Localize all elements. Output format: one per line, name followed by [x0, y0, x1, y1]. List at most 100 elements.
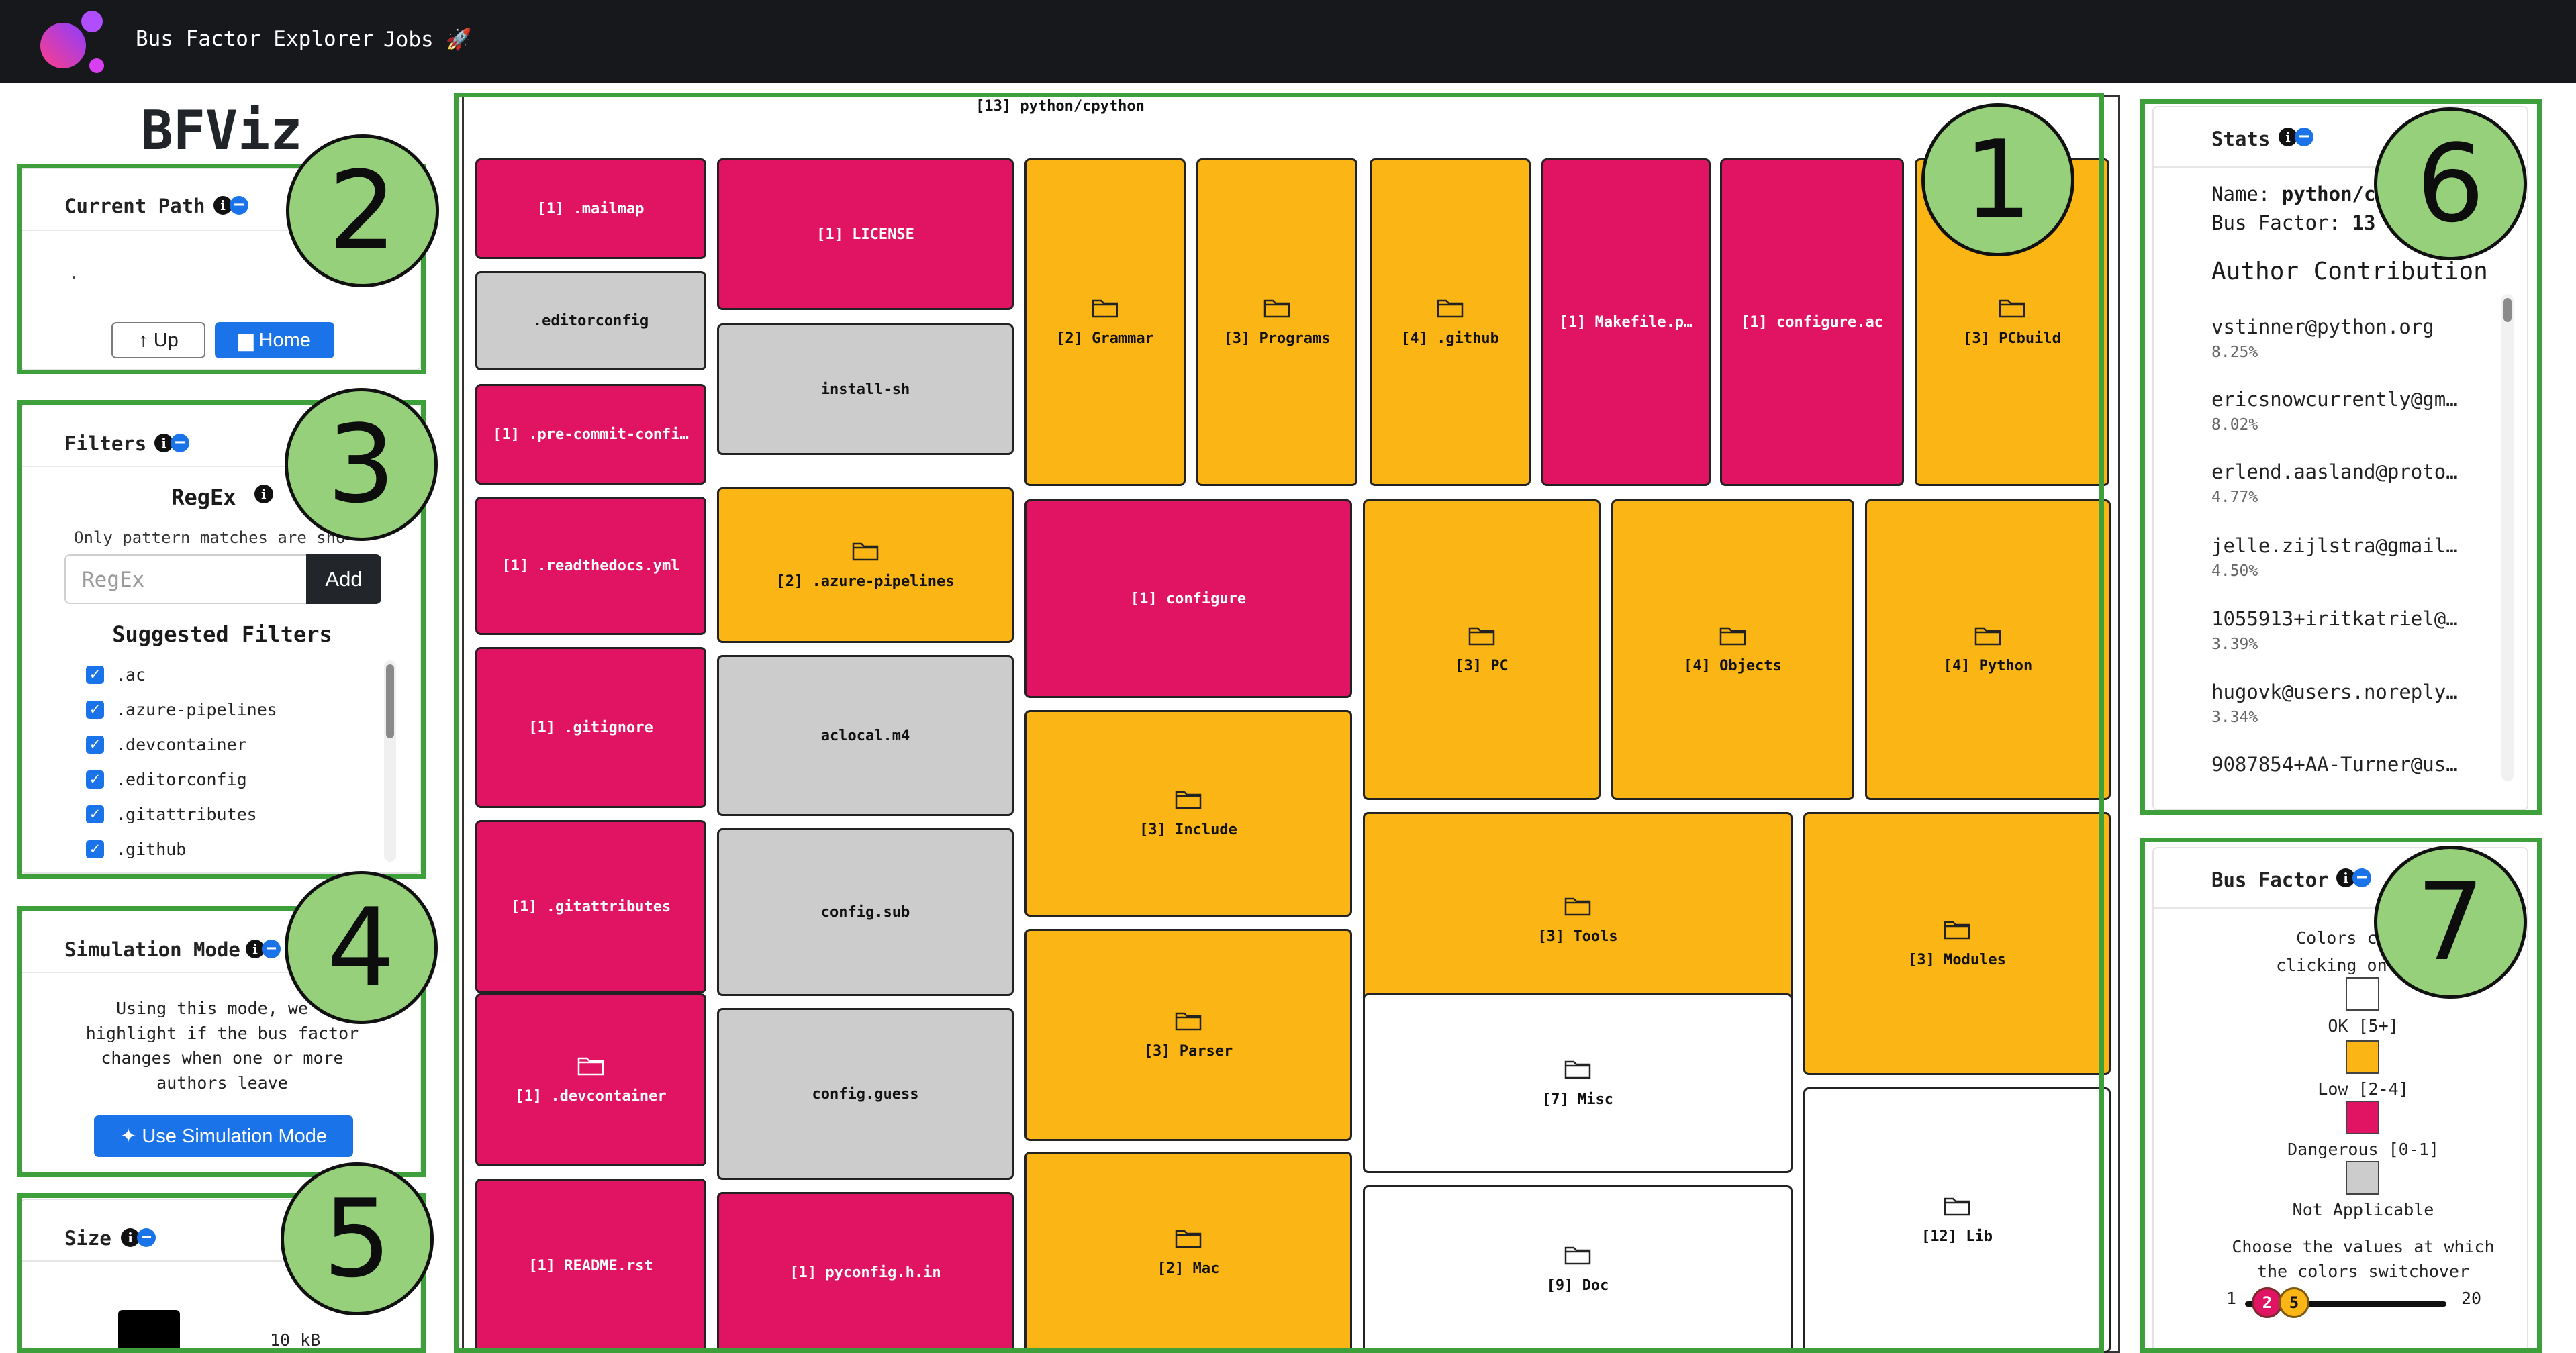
app-logo-icon[interactable]: [35, 7, 109, 74]
treemap-tile[interactable]: [2] Grammar: [1024, 158, 1186, 486]
stats-name-label: Name:: [2211, 183, 2271, 205]
filter-checkbox-github[interactable]: ✓: [86, 840, 104, 858]
size-info[interactable]: i −: [121, 1228, 156, 1248]
nav-title-link[interactable]: Bus Factor Explorer: [136, 27, 374, 51]
collapse-icon[interactable]: −: [2352, 868, 2371, 887]
treemap-tile[interactable]: [1] .devcontainer: [475, 993, 706, 1166]
folder-icon: [1974, 627, 2001, 645]
legend-swatch[interactable]: [2346, 977, 2379, 1011]
legend-label: Low [2-4]: [2318, 1079, 2409, 1099]
filters-info[interactable]: i −: [154, 434, 189, 454]
treemap-tile[interactable]: [1] Makefile.p…: [1541, 158, 1711, 486]
up-button[interactable]: ↑ Up: [111, 322, 205, 358]
legend-swatch[interactable]: [2346, 1161, 2379, 1195]
treemap-tile[interactable]: [3] Include: [1024, 710, 1352, 917]
legend-label: Not Applicable: [2292, 1200, 2434, 1219]
treemap-tile[interactable]: aclocal.m4: [717, 655, 1014, 816]
author-email[interactable]: hugovk@users.noreply…: [2211, 681, 2458, 703]
use-simulation-mode-button[interactable]: ✦ Use Simulation Mode: [94, 1115, 353, 1157]
home-button[interactable]: ▆ Home: [215, 322, 334, 358]
treemap-tile[interactable]: [3] Programs: [1196, 158, 1357, 486]
treemap-tile-label: [2] .azure-pipelines: [776, 572, 955, 590]
legend-label: Dangerous [0-1]: [2287, 1140, 2439, 1159]
treemap-tile[interactable]: [1] README.rst: [475, 1179, 706, 1353]
treemap-tile[interactable]: [1] .pre-commit-confi…: [475, 384, 706, 485]
simulation-desc-line: changes when one or more: [101, 1048, 344, 1068]
folder-icon: [1437, 299, 1464, 317]
treemap-tile[interactable]: [4] Objects: [1611, 499, 1854, 800]
bus-factor-info[interactable]: i −: [2336, 868, 2371, 889]
nav-jobs-link[interactable]: Jobs 🚀: [383, 27, 472, 52]
slider-max-label: 20: [2461, 1289, 2482, 1308]
treemap-tile-label: [1] .gitattributes: [510, 898, 671, 915]
regex-info-icon[interactable]: i: [254, 485, 273, 503]
treemap-tile[interactable]: [3] PC: [1363, 499, 1601, 800]
collapse-icon[interactable]: −: [137, 1228, 156, 1247]
filter-checkbox-ac[interactable]: ✓: [86, 666, 104, 684]
treemap-tile[interactable]: .editorconfig: [475, 271, 706, 370]
treemap-tile-label: config.sub: [820, 903, 910, 921]
treemap-tile-label: [3] Parser: [1143, 1042, 1233, 1060]
slider-thumb-high[interactable]: 5: [2279, 1287, 2309, 1318]
filters-scrollbar[interactable]: [384, 660, 396, 862]
collapse-icon[interactable]: −: [230, 196, 248, 215]
filter-label: .devcontainer: [115, 735, 247, 754]
current-path-info[interactable]: i −: [213, 196, 248, 216]
author-email[interactable]: ericsnowcurrently@gm…: [2211, 388, 2458, 411]
author-email[interactable]: jelle.zijlstra@gmail…: [2211, 534, 2458, 557]
regex-input[interactable]: RegEx: [64, 554, 307, 604]
collapse-icon[interactable]: −: [2295, 128, 2313, 146]
filter-label: .editorconfig: [115, 770, 247, 789]
regex-input-placeholder: RegEx: [82, 568, 145, 592]
treemap-tile[interactable]: [1] .gitattributes: [475, 820, 706, 993]
folder-icon: [852, 542, 879, 560]
authors-scrollbar-thumb[interactable]: [2503, 298, 2512, 322]
author-contribution-title: Author Contribution: [2211, 258, 2488, 285]
stats-info[interactable]: i −: [2279, 128, 2313, 148]
treemap-tile[interactable]: [9] Doc: [1363, 1185, 1793, 1353]
annotation-badge-2: 2: [286, 134, 439, 287]
stats-name-value: python/cp: [2281, 183, 2387, 205]
filters-scrollbar-thumb[interactable]: [386, 664, 394, 738]
treemap-tile[interactable]: [1] LICENSE: [717, 158, 1014, 310]
treemap-tile[interactable]: [1] .gitignore: [475, 647, 706, 808]
folder-icon: [1564, 1060, 1591, 1079]
treemap-tile[interactable]: [1] configure.ac: [1720, 158, 1904, 486]
treemap-title[interactable]: [13] python/cpython: [0, 98, 2120, 115]
legend-swatch[interactable]: [2346, 1101, 2379, 1134]
filter-checkbox-editorconfig[interactable]: ✓: [86, 770, 104, 789]
treemap-tile[interactable]: [7] Misc: [1363, 993, 1793, 1173]
folder-icon: [1175, 791, 1202, 809]
collapse-icon[interactable]: −: [171, 434, 189, 452]
author-email[interactable]: erlend.aasland@proto…: [2211, 460, 2458, 483]
treemap-tile[interactable]: [12] Lib: [1803, 1087, 2111, 1353]
author-email[interactable]: vstinner@python.org: [2211, 315, 2434, 338]
treemap-tile[interactable]: [1] .readthedocs.yml: [475, 497, 706, 635]
annotation-badge-1: 1: [1921, 103, 2074, 256]
treemap-tile[interactable]: [2] Mac: [1024, 1152, 1352, 1353]
filter-checkbox-azure-pipelines[interactable]: ✓: [86, 701, 104, 719]
add-filter-button[interactable]: Add: [306, 554, 381, 604]
filter-checkbox-devcontainer[interactable]: ✓: [86, 736, 104, 754]
folder-icon: [1175, 1230, 1202, 1248]
author-email[interactable]: 9087854+AA-Turner@us…: [2211, 753, 2458, 776]
treemap-tile[interactable]: [4] .github: [1370, 158, 1531, 486]
treemap-tile[interactable]: [3] Modules: [1803, 812, 2111, 1075]
author-email[interactable]: 1055913+iritkatriel@…: [2211, 607, 2458, 630]
filter-checkbox-gitattributes[interactable]: ✓: [86, 805, 104, 823]
legend-swatch[interactable]: [2346, 1040, 2379, 1074]
simulation-info[interactable]: i −: [246, 940, 281, 960]
authors-scrollbar[interactable]: [2501, 294, 2514, 781]
treemap-tile[interactable]: [3] Parser: [1024, 929, 1352, 1141]
treemap-tile[interactable]: [1] configure: [1024, 499, 1352, 698]
treemap-tile[interactable]: [1] pyconfig.h.in: [717, 1192, 1014, 1353]
treemap-tile[interactable]: [1] .mailmap: [475, 158, 706, 259]
collapse-icon[interactable]: −: [262, 940, 281, 958]
stats-bf-value: 13: [2352, 211, 2376, 234]
treemap-tile[interactable]: [2] .azure-pipelines: [717, 487, 1014, 643]
treemap-tile[interactable]: config.guess: [717, 1008, 1014, 1180]
treemap-tile-label: [9] Doc: [1546, 1276, 1609, 1294]
treemap-tile[interactable]: install-sh: [717, 323, 1014, 455]
treemap-tile[interactable]: [4] Python: [1865, 499, 2111, 800]
treemap-tile[interactable]: config.sub: [717, 828, 1014, 996]
